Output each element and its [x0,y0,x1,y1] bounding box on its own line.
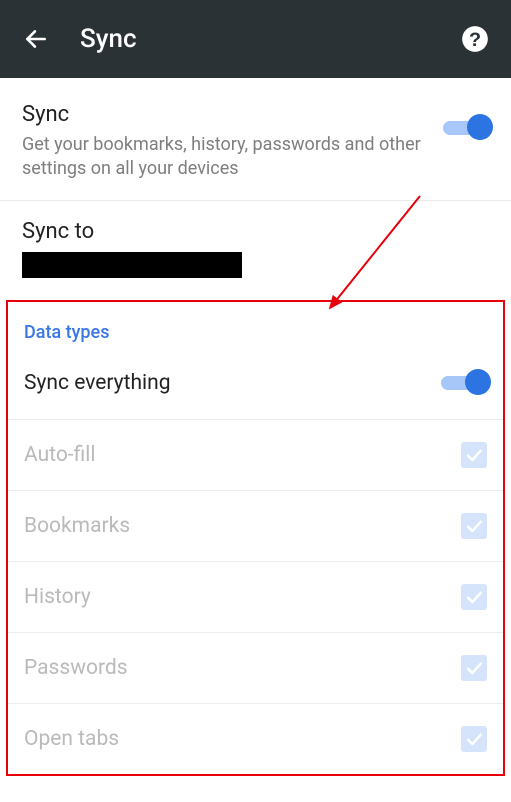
sync-to-label: Sync to [22,219,489,244]
sync-to-account-redacted [22,252,242,278]
check-icon [464,658,484,678]
data-type-checkbox[interactable] [461,584,487,610]
data-type-checkbox[interactable] [461,726,487,752]
check-icon [464,445,484,465]
sync-title: Sync [22,102,443,127]
page-title: Sync [80,24,459,54]
sync-everything-switch[interactable] [441,369,487,397]
data-types-header: Data types [8,302,503,347]
data-type-label: Auto-fill [24,443,95,467]
data-type-label: Passwords [24,656,128,680]
data-types-section: Data types Sync everything Auto-fill Boo… [6,300,505,776]
check-icon [464,729,484,749]
sync-subtitle: Get your bookmarks, history, passwords a… [22,133,443,182]
svg-text:?: ? [469,29,481,51]
data-type-row: Auto-fill [8,420,503,491]
sync-toggle-row: Sync Get your bookmarks, history, passwo… [0,78,511,201]
help-button[interactable]: ? [459,23,491,55]
data-type-row: Open tabs [8,704,503,774]
data-type-row: Passwords [8,633,503,704]
sync-to-section[interactable]: Sync to [0,201,511,290]
arrow-left-icon [23,26,49,52]
data-type-row: History [8,562,503,633]
check-icon [464,587,484,607]
check-icon [464,516,484,536]
content: Sync Get your bookmarks, history, passwo… [0,78,511,776]
data-type-checkbox[interactable] [461,442,487,468]
data-type-label: Bookmarks [24,514,130,538]
app-bar: Sync ? [0,0,511,78]
data-type-label: History [24,585,91,609]
sync-everything-row: Sync everything [8,347,503,420]
data-type-checkbox[interactable] [461,655,487,681]
help-circle-icon: ? [461,25,489,53]
sync-switch[interactable] [443,114,489,142]
data-type-row: Bookmarks [8,491,503,562]
data-type-checkbox[interactable] [461,513,487,539]
sync-everything-label: Sync everything [24,371,171,395]
data-type-label: Open tabs [24,727,119,751]
back-button[interactable] [20,23,52,55]
